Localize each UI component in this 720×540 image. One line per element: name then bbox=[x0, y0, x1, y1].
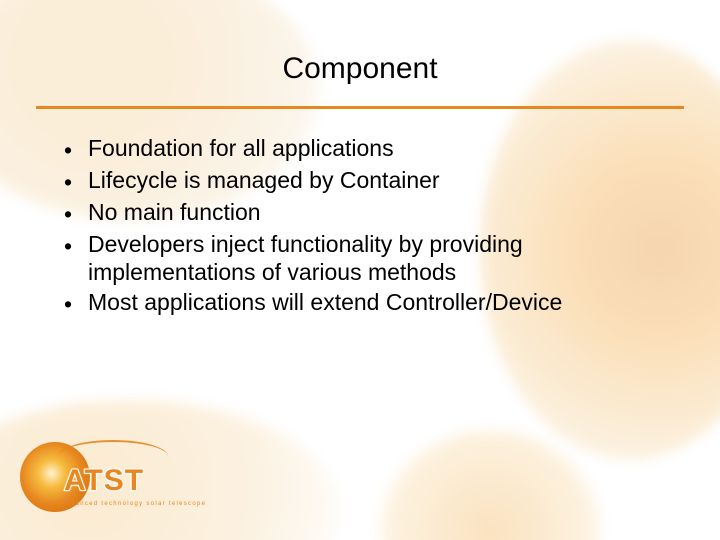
bullet-text: Lifecycle is managed by Container bbox=[88, 166, 672, 194]
slide: Component • Foundation for all applicati… bbox=[0, 0, 720, 540]
list-item: • Most applications will extend Controll… bbox=[64, 288, 672, 318]
background-blob bbox=[380, 430, 600, 540]
list-item: • Foundation for all applications bbox=[64, 134, 672, 164]
bullet-text: Foundation for all applications bbox=[88, 134, 672, 162]
bullet-dot-icon: • bbox=[64, 230, 88, 260]
bullet-list: • Foundation for all applications • Life… bbox=[64, 134, 672, 320]
atst-logo: ATST ATST advanced technology solar tele… bbox=[24, 440, 200, 518]
bullet-text: Developers inject functionality by provi… bbox=[88, 230, 672, 286]
bullet-dot-icon: • bbox=[64, 166, 88, 196]
list-item: • No main function bbox=[64, 198, 672, 228]
bullet-dot-icon: • bbox=[64, 198, 88, 228]
slide-title: Component bbox=[0, 52, 720, 86]
bullet-text: Most applications will extend Controller… bbox=[88, 288, 672, 316]
logo-acronym: ATST bbox=[64, 464, 144, 498]
logo-tagline: advanced technology solar telescope bbox=[62, 501, 206, 507]
list-item: • Developers inject functionality by pro… bbox=[64, 230, 672, 286]
bullet-text: No main function bbox=[88, 198, 672, 226]
list-item: • Lifecycle is managed by Container bbox=[64, 166, 672, 196]
title-underline bbox=[36, 106, 684, 109]
bullet-dot-icon: • bbox=[64, 288, 88, 318]
bullet-dot-icon: • bbox=[64, 134, 88, 164]
